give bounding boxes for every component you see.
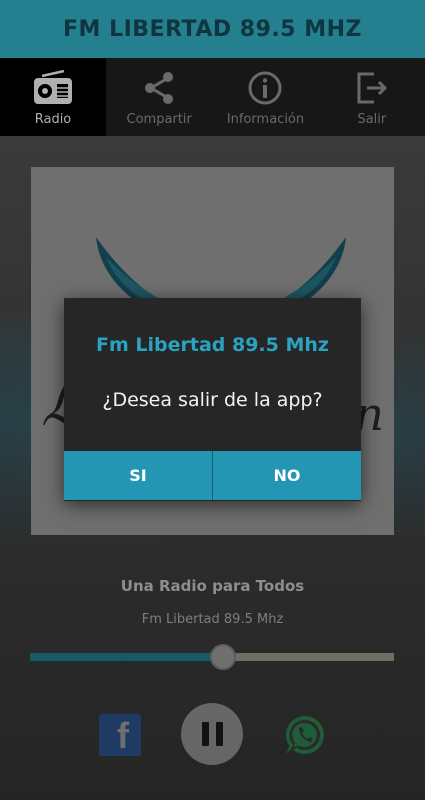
station-title: Una Radio para Todos (120, 577, 305, 595)
facebook-icon: f (117, 715, 129, 756)
whatsapp-button[interactable] (283, 713, 327, 757)
tab-bar: Radio Compartir Información Salir (0, 58, 425, 136)
whatsapp-icon (285, 716, 324, 754)
pause-icon (201, 722, 209, 746)
pause-button[interactable] (181, 703, 243, 765)
slider-thumb[interactable] (209, 644, 236, 670)
no-button[interactable]: NO (213, 451, 361, 500)
tab-compartir[interactable]: Compartir (106, 58, 212, 136)
pause-icon (215, 722, 223, 746)
tab-label: Compartir (126, 111, 192, 127)
progress-slider[interactable] (30, 644, 394, 670)
dialog-button-row: SI NO (64, 451, 361, 500)
exit-icon (350, 68, 394, 108)
tab-label: Información (226, 111, 305, 127)
dialog-title: Fm Libertad 89.5 Mhz (96, 334, 329, 356)
tab-label: Radio (34, 111, 72, 127)
info-icon (243, 68, 287, 108)
tab-radio[interactable]: Radio (0, 58, 106, 136)
station-subtitle: Fm Libertad 89.5 Mhz (141, 612, 284, 627)
exit-dialog: Fm Libertad 89.5 Mhz ¿Desea salir de la … (64, 298, 361, 501)
app-title-bar: FM LIBERTAD 89.5 MHZ (0, 0, 425, 58)
share-icon (137, 68, 181, 108)
tab-informacion[interactable]: Información (212, 58, 318, 136)
facebook-button[interactable]: f (99, 714, 141, 756)
tab-label: Salir (357, 111, 387, 127)
app-title: FM LIBERTAD 89.5 MHZ (63, 16, 362, 42)
tab-salir[interactable]: Salir (319, 58, 425, 136)
dialog-message: ¿Desea salir de la app? (102, 389, 323, 411)
yes-button[interactable]: SI (64, 451, 212, 500)
radio-icon (31, 68, 75, 108)
progress-fill (30, 653, 223, 661)
